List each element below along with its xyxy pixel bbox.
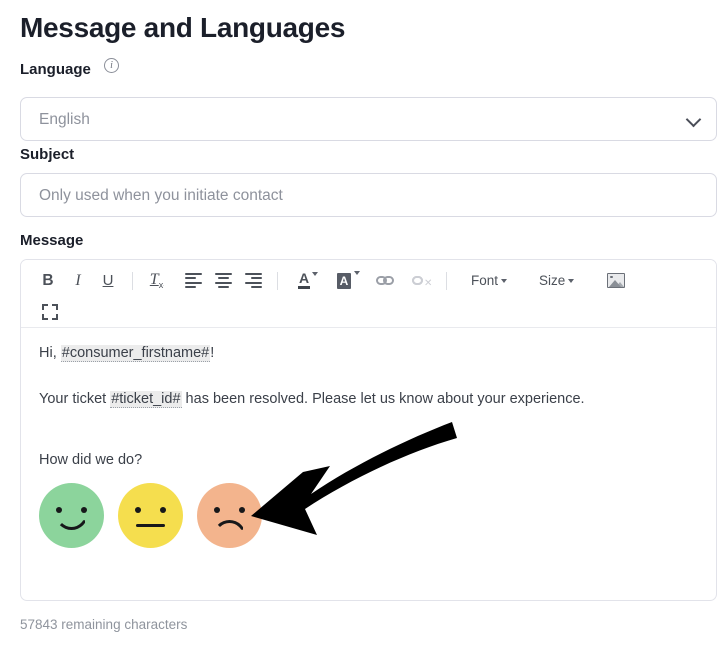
unlink-button[interactable]: ✕ <box>407 267 437 295</box>
subject-input[interactable]: Only used when you initiate contact <box>20 173 717 217</box>
align-left-button[interactable] <box>178 267 208 295</box>
underline-button[interactable]: U <box>93 267 123 295</box>
align-right-icon <box>244 272 262 289</box>
image-icon <box>607 273 626 288</box>
align-left-icon <box>184 272 202 289</box>
background-color-button[interactable]: A <box>327 267 361 295</box>
greeting-line: Hi, #consumer_firstname#! <box>39 344 698 363</box>
message-label: Message <box>20 232 84 249</box>
align-center-icon <box>214 272 232 289</box>
background-color-letter: A <box>336 273 352 289</box>
eye-left <box>214 507 220 513</box>
rating-faces <box>39 483 698 548</box>
happy-face[interactable] <box>39 483 104 548</box>
align-right-button[interactable] <box>238 267 268 295</box>
align-center-button[interactable] <box>208 267 238 295</box>
editor-toolbar: B I U Tx A A ✕ Font Size <box>21 260 716 328</box>
chevron-down-icon <box>685 111 702 128</box>
font-color-icon: A <box>297 270 319 289</box>
greeting-suffix: ! <box>210 345 215 361</box>
ticket-prefix: Your ticket <box>39 391 111 407</box>
frown-mouth <box>213 520 246 537</box>
unlink-icon: ✕ <box>412 275 432 288</box>
rich-text-editor: B I U Tx A A ✕ Font Size Hi, #consumer_f… <box>20 259 717 601</box>
bold-button[interactable]: B <box>33 267 63 295</box>
consumer-firstname-token: #consumer_firstname# <box>60 345 211 362</box>
background-color-icon: A <box>336 271 361 289</box>
caret-down-icon <box>312 272 319 276</box>
editor-content-area[interactable]: Hi, #consumer_firstname#! Your ticket #t… <box>21 328 716 600</box>
greeting-prefix: Hi, <box>39 345 61 361</box>
editor-toolbar-row-1: B I U Tx A A ✕ Font Size <box>33 265 712 296</box>
link-icon <box>376 275 396 287</box>
smile-mouth <box>55 513 88 530</box>
font-dropdown-label: Font <box>471 273 499 288</box>
message-and-languages-page: Message and Languages Language i English… <box>0 0 728 671</box>
subject-input-placeholder: Only used when you initiate contact <box>39 187 283 204</box>
caret-down-icon <box>568 278 575 283</box>
ticket-suffix: has been resolved. Please let us know ab… <box>181 391 585 407</box>
language-select[interactable]: English <box>20 97 717 141</box>
eye-right <box>239 507 245 513</box>
info-circle-icon[interactable]: i <box>104 58 119 73</box>
ticket-id-token: #ticket_id# <box>110 391 182 408</box>
toolbar-divider <box>132 271 133 290</box>
rating-prompt: How did we do? <box>39 452 143 468</box>
toolbar-divider <box>446 271 447 290</box>
remove-format-sub: x <box>158 280 164 291</box>
font-dropdown[interactable]: Font <box>464 268 514 294</box>
editor-toolbar-row-2 <box>33 296 712 327</box>
eye-left <box>135 507 141 513</box>
link-button[interactable] <box>371 267 401 295</box>
italic-button[interactable]: I <box>63 267 93 295</box>
caret-down-icon <box>354 271 361 275</box>
caret-down-icon <box>501 278 508 283</box>
ticket-line: Your ticket #ticket_id# has been resolve… <box>39 390 698 409</box>
neutral-face[interactable] <box>118 483 183 548</box>
size-dropdown[interactable]: Size <box>532 268 581 294</box>
size-dropdown-label: Size <box>539 273 566 288</box>
character-counter: 57843 remaining characters <box>20 617 188 632</box>
toolbar-divider <box>277 271 278 290</box>
subject-label: Subject <box>20 146 75 163</box>
eye-right <box>160 507 166 513</box>
font-color-letter: A <box>298 270 310 286</box>
sad-face[interactable] <box>197 483 262 548</box>
language-select-value: English <box>39 111 90 128</box>
fullscreen-icon <box>42 303 58 320</box>
remove-format-letter: T <box>149 270 159 288</box>
insert-image-button[interactable] <box>601 267 631 295</box>
flat-mouth <box>136 524 165 528</box>
language-label: Language <box>20 61 91 78</box>
remove-format-button[interactable]: Tx <box>142 267 172 295</box>
fullscreen-button[interactable] <box>35 298 65 326</box>
font-color-button[interactable]: A <box>287 267 321 295</box>
page-title: Message and Languages <box>20 12 346 43</box>
